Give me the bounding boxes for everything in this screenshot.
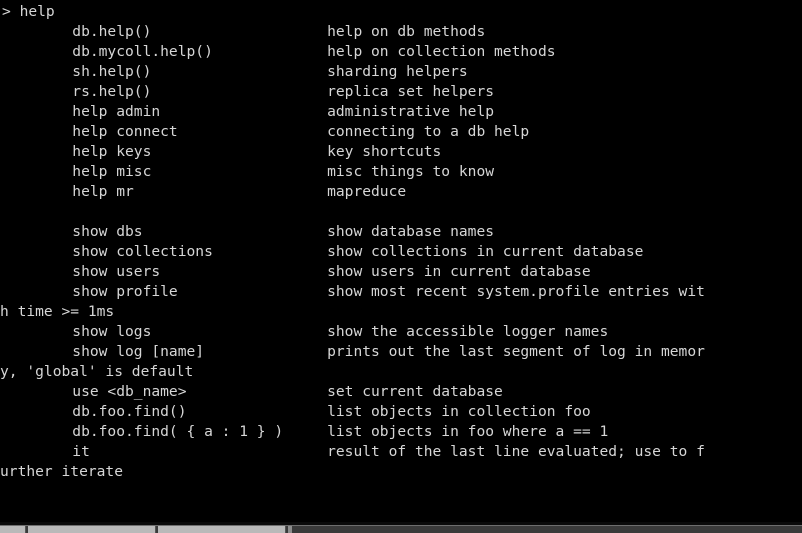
terminal-line: show log [name] prints out the last segm…: [2, 343, 705, 360]
terminal-line: use <db_name> set current database: [2, 383, 503, 400]
terminal-line: sh.help() sharding helpers: [2, 63, 468, 80]
taskbar-window-button[interactable]: [28, 526, 156, 533]
terminal-line: it result of the last line evaluated; us…: [2, 443, 705, 460]
terminal-line: db.help() help on db methods: [2, 23, 486, 40]
terminal-line: rs.help() replica set helpers: [2, 83, 495, 100]
terminal-screen[interactable]: > help db.help() help on db methods db.m…: [0, 0, 802, 533]
terminal-line: db.foo.find() list objects in collection…: [2, 403, 591, 420]
terminal-line: show profile show most recent system.pro…: [2, 283, 705, 300]
taskbar-start-button[interactable]: [0, 526, 26, 533]
terminal-line: help misc misc things to know: [2, 163, 495, 180]
terminal-line: show logs show the accessible logger nam…: [2, 323, 609, 340]
terminal-line: help mr mapreduce: [2, 183, 407, 200]
terminal-line-wrapped: urther iterate: [0, 463, 124, 480]
taskbar[interactable]: [0, 522, 802, 533]
terminal-line: help keys key shortcuts: [2, 143, 442, 160]
terminal-line: db.foo.find( { a : 1 } ) list objects in…: [2, 423, 609, 440]
terminal-line: show collections show collections in cur…: [2, 243, 644, 260]
terminal-line-prompt: > help: [2, 3, 55, 20]
taskbar-window-button[interactable]: [158, 526, 286, 533]
terminal-line-wrapped: h time >= 1ms: [0, 303, 115, 320]
taskbar-resize-handle[interactable]: [288, 526, 292, 533]
terminal-line: db.mycoll.help() help on collection meth…: [2, 43, 556, 60]
terminal-line: show users show users in current databas…: [2, 263, 591, 280]
terminal-line: show dbs show database names: [2, 223, 495, 240]
terminal-line: help connect connecting to a db help: [2, 123, 530, 140]
terminal-line-wrapped: y, 'global' is default: [0, 363, 194, 380]
terminal-line: help admin administrative help: [2, 103, 495, 120]
